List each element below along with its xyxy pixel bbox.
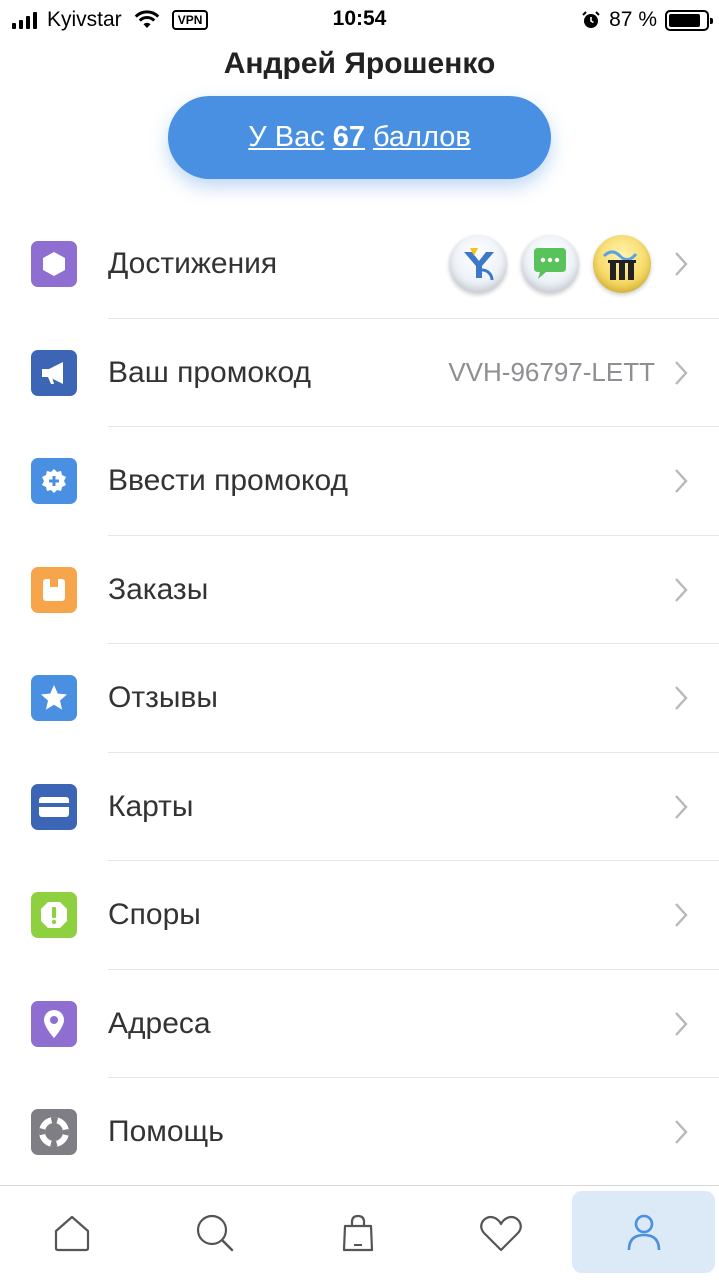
points-prefix: У Вас (248, 121, 325, 153)
user-icon (627, 1214, 660, 1251)
status-right: 87 % (581, 8, 713, 32)
pin-icon (31, 1000, 77, 1047)
menu-item-label: Споры (108, 898, 201, 932)
menu-item-achievements[interactable]: Достижения (0, 210, 719, 319)
status-bar: Kyivstar VPN 10:54 87 % (0, 0, 719, 40)
menu-item-label: Отзывы (108, 681, 218, 715)
search-icon (196, 1214, 233, 1252)
chevron-right-icon (675, 686, 688, 711)
chevron-right-icon (675, 577, 688, 602)
home-icon (54, 1215, 89, 1252)
alert-icon (31, 892, 77, 939)
chevron-right-icon (675, 252, 688, 277)
megaphone-icon (31, 349, 77, 396)
menu-item-label: Достижения (108, 247, 278, 281)
hexagon-icon (31, 241, 77, 288)
tab-home[interactable] (0, 1186, 143, 1280)
menu-item-addresses[interactable]: Адреса (0, 970, 719, 1078)
box-icon (31, 566, 77, 613)
achievement-badge-icon (521, 235, 579, 294)
achievement-badge-icon (593, 235, 651, 294)
card-icon (31, 783, 77, 830)
points-suffix: баллов (372, 121, 471, 153)
battery-percent: 87 % (609, 8, 657, 31)
tab-bar (0, 1185, 719, 1280)
chevron-right-icon (675, 1120, 688, 1145)
chevron-right-icon (675, 469, 688, 494)
tab-search[interactable] (143, 1186, 286, 1280)
menu-item-disputes[interactable]: Споры (0, 861, 719, 970)
chevron-right-icon (675, 794, 688, 819)
chevron-right-icon (675, 1011, 688, 1036)
points-button[interactable]: У Вас 67 баллов (168, 96, 551, 179)
achievement-badges (449, 235, 651, 294)
menu-list: Достижения Ваш промокод VVH-96797-LETT В… (0, 210, 719, 1187)
promocode-value: VVH-96797-LETT (448, 357, 655, 388)
menu-item-your-promocode[interactable]: Ваш промокод VVH-96797-LETT (0, 319, 719, 427)
bag-icon (342, 1214, 373, 1252)
menu-item-reviews[interactable]: Отзывы (0, 644, 719, 753)
battery-icon (665, 9, 713, 31)
menu-item-label: Адреса (108, 1006, 211, 1040)
menu-item-orders[interactable]: Заказы (0, 536, 719, 644)
menu-item-help[interactable]: Помощь (0, 1078, 719, 1187)
tab-favorites[interactable] (429, 1186, 572, 1280)
chevron-right-icon (675, 903, 688, 928)
star-icon (31, 675, 77, 722)
chevron-right-icon (675, 360, 688, 385)
menu-item-label: Карты (108, 789, 194, 823)
user-name: Андрей Ярошенко (223, 47, 496, 80)
menu-item-enter-promocode[interactable]: Ввести промокод (0, 427, 719, 536)
menu-item-label: Заказы (108, 572, 209, 606)
menu-item-label: Ваш промокод (108, 355, 312, 389)
points-value: 67 (332, 121, 365, 153)
menu-item-label: Помощь (108, 1115, 224, 1149)
alarm-icon (582, 11, 600, 28)
gear-plus-icon (31, 458, 77, 505)
lifebuoy-icon (31, 1109, 77, 1156)
achievement-badge-icon (449, 235, 507, 294)
tab-bag[interactable] (286, 1186, 429, 1280)
menu-item-cards[interactable]: Карты (0, 753, 719, 861)
heart-icon (479, 1215, 522, 1252)
menu-item-label: Ввести промокод (108, 464, 349, 498)
tab-profile[interactable] (572, 1191, 715, 1273)
